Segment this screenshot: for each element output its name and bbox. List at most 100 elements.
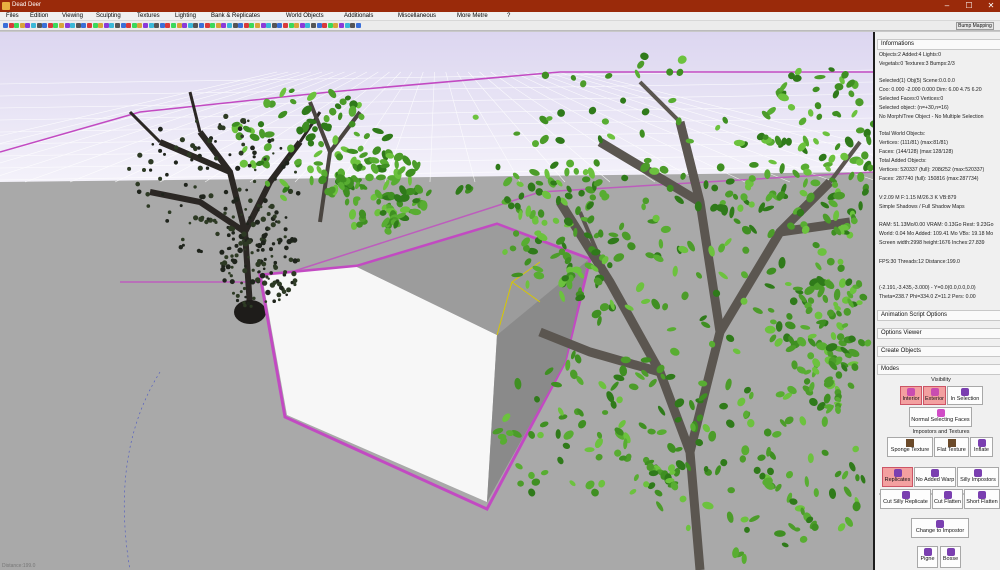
toolbar-tool-icon[interactable] — [210, 23, 216, 28]
menu-lighting[interactable]: Lighting — [175, 13, 196, 19]
toolbar-tool-icon[interactable] — [283, 23, 288, 28]
toolbar-tool-icon[interactable] — [92, 23, 98, 28]
informations-header[interactable]: Informations — [877, 39, 1000, 50]
toolbar-tool-icon[interactable] — [143, 23, 148, 28]
toolbar-tool-icon[interactable] — [316, 23, 322, 28]
toolbar-tool-icon[interactable] — [137, 23, 143, 28]
menu-additionals[interactable]: Additionals — [344, 13, 373, 19]
toolbar-tool-icon[interactable] — [227, 23, 232, 28]
toolbar-tool-icon[interactable] — [171, 23, 176, 28]
toolbar-tool-icon[interactable] — [182, 23, 188, 28]
pigne-button[interactable]: Pigne — [917, 546, 938, 568]
toolbar-tool-icon[interactable] — [271, 23, 277, 28]
menu-world-objects[interactable]: World Objects — [286, 13, 324, 19]
options-viewer-header[interactable]: Options Viewer — [877, 328, 1000, 339]
menu-bank-replicates[interactable]: Bank & Replicates — [211, 13, 260, 19]
toolbar-tool-icon[interactable] — [187, 23, 193, 28]
toolbar-tool-icon[interactable] — [8, 23, 14, 28]
menu-sculpting[interactable]: Sculpting — [96, 13, 121, 19]
toolbar-tool-icon[interactable] — [339, 23, 344, 28]
toolbar-tool-icon[interactable] — [126, 23, 132, 28]
menu-more-metre[interactable]: More Metre — [457, 13, 488, 19]
toolbar-tool-icon[interactable] — [255, 23, 260, 28]
toolbar-tool-icon[interactable] — [266, 23, 272, 28]
toolbar-tool-icon[interactable] — [260, 23, 266, 28]
toolbar-tool-icon[interactable] — [36, 23, 42, 28]
toolbar-tool-icon[interactable] — [70, 23, 76, 28]
modes-header[interactable]: Modes — [877, 364, 1000, 375]
toolbar-tool-icon[interactable] — [311, 23, 316, 28]
toolbar-tool-icon[interactable] — [75, 23, 81, 28]
toolbar-tool-icon[interactable] — [154, 23, 160, 28]
viewport-3d[interactable]: Distance:199.0 — [0, 32, 873, 570]
cut-flatten-button[interactable]: Cut Flatten — [932, 489, 963, 509]
toolbar-tool-icon[interactable] — [98, 23, 104, 28]
toolbar-tool-icon[interactable] — [47, 23, 53, 28]
toolbar-tool-icon[interactable] — [14, 23, 20, 28]
toolbar-tool-icon[interactable] — [322, 23, 328, 28]
toolbar-tool-icon[interactable] — [25, 23, 31, 28]
toolbar-tool-icon[interactable] — [249, 23, 255, 28]
toolbar-tool-icon[interactable] — [193, 23, 199, 28]
toolbar-tool-icon[interactable] — [350, 23, 356, 28]
menu-miscellaneous[interactable]: Miscellaneous — [398, 13, 436, 19]
toolbar-tool-icon[interactable] — [344, 23, 350, 28]
toolbar-tool-icon[interactable] — [115, 23, 120, 28]
toolbar-tool-icon[interactable] — [277, 23, 283, 28]
toolbar-tool-icon[interactable] — [294, 23, 300, 28]
toolbar-tool-icon[interactable] — [165, 23, 171, 28]
toolbar-tool-icon[interactable] — [59, 23, 64, 28]
menu-help[interactable]: ? — [507, 13, 510, 19]
minimize-button[interactable]: – — [936, 0, 958, 12]
toolbar-tool-icon[interactable] — [199, 23, 204, 28]
animation-script-options-header[interactable]: Animation Script Options — [877, 310, 1000, 321]
toolbar-tool-icon[interactable] — [53, 23, 59, 28]
sponge-texture-button[interactable]: Sponge Texture — [887, 437, 933, 457]
silly-impostors-button[interactable]: Silly Impostors — [957, 467, 999, 487]
toolbar-tool-icon[interactable] — [159, 23, 165, 28]
toolbar-tool-icon[interactable] — [42, 23, 48, 28]
toolbar-tool-icon[interactable] — [305, 23, 311, 28]
bosse-button[interactable]: Bosse — [940, 546, 961, 568]
close-button[interactable]: ✕ — [980, 0, 1000, 12]
toolbar-tool-icon[interactable] — [131, 23, 137, 28]
toolbar-tool-icon[interactable] — [288, 23, 294, 28]
toolbar-tool-icon[interactable] — [204, 23, 210, 28]
cut-silly-replicate-button[interactable]: Cut Silly Replicate — [880, 489, 931, 509]
toolbar-tool-icon[interactable] — [355, 23, 361, 28]
maximize-button[interactable]: ☐ — [958, 0, 980, 12]
exterior-button[interactable]: Exterior — [923, 386, 946, 405]
toolbar-tool-icon[interactable] — [221, 23, 227, 28]
menu-files[interactable]: Files — [6, 13, 19, 19]
interior-button[interactable]: Interior — [900, 386, 922, 405]
flat-texture-button[interactable]: Flat Texture — [934, 437, 969, 457]
toolbar-tool-icon[interactable] — [299, 23, 305, 28]
toolbar-tool-icon[interactable] — [333, 23, 339, 28]
no-added-warp-button[interactable]: No Added Warp — [914, 467, 956, 487]
normal-selecting-faces-button[interactable]: Normal Selecting Faces — [909, 407, 972, 427]
toolbar-tool-icon[interactable] — [19, 23, 25, 28]
create-objects-header[interactable]: Create Objects — [877, 346, 1000, 357]
in-selection-button[interactable]: In Selection — [947, 386, 983, 405]
toolbar-tool-icon[interactable] — [3, 23, 8, 28]
replicates-button[interactable]: Replicates — [882, 467, 913, 487]
bump-mapping-button[interactable]: Bump Mapping — [956, 22, 994, 30]
menu-textures[interactable]: Textures — [137, 13, 160, 19]
toolbar-tool-icon[interactable] — [238, 23, 244, 28]
toolbar-tool-icon[interactable] — [215, 23, 221, 28]
toolbar-tool-icon[interactable] — [64, 23, 70, 28]
toolbar-tool-icon[interactable] — [81, 23, 87, 28]
toolbar-tool-icon[interactable] — [176, 23, 182, 28]
toolbar-tool-icon[interactable] — [103, 23, 109, 28]
inflate-button[interactable]: Inflate — [970, 437, 993, 457]
toolbar-tool-icon[interactable] — [120, 23, 126, 28]
menu-viewing[interactable]: Viewing — [62, 13, 83, 19]
toolbar-tool-icon[interactable] — [109, 23, 115, 28]
toolbar-tool-icon[interactable] — [243, 23, 249, 28]
toolbar-tool-icon[interactable] — [87, 23, 92, 28]
menu-edition[interactable]: Edition — [30, 13, 48, 19]
toolbar-tool-icon[interactable] — [232, 23, 238, 28]
short-flatten-button[interactable]: Short Flatten — [964, 489, 1000, 509]
change-to-impostor-button[interactable]: Change to Impostor — [911, 518, 969, 538]
toolbar-tool-icon[interactable] — [327, 23, 333, 28]
